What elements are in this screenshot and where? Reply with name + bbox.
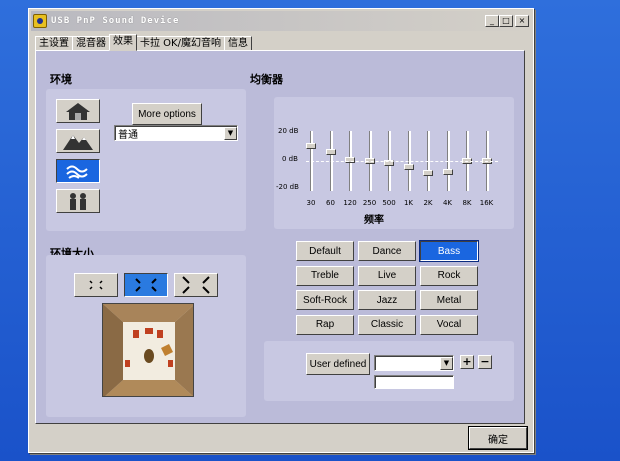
chevron-down-icon: ▼: [224, 126, 237, 140]
medium-room-icon: [135, 278, 157, 292]
frequency-axis-label: 频率: [364, 215, 384, 226]
eq-frequency-label: 8K: [462, 199, 472, 207]
db-label-top: 20 dB: [278, 127, 299, 135]
preset-vocal-button[interactable]: Vocal: [420, 314, 478, 335]
chevron-down-icon: ▼: [440, 356, 453, 370]
close-button[interactable]: ×: [515, 15, 529, 27]
eq-frequency-label: 1K: [403, 199, 414, 207]
eq-frequency-label: 60: [326, 199, 335, 207]
room-illustration: [103, 304, 193, 396]
app-icon: [33, 14, 47, 28]
remove-preset-button[interactable]: −: [478, 355, 492, 369]
size-small-button[interactable]: [74, 273, 118, 297]
preset-soft-rock-button[interactable]: Soft-Rock: [296, 290, 354, 310]
dialog-window: USB PnP Sound Device _ □ × 主设置 混音器 效果 卡拉…: [28, 8, 534, 453]
eq-slider-thumb[interactable]: [325, 149, 336, 155]
eq-slider-thumb[interactable]: [403, 164, 414, 170]
small-room-icon: [89, 280, 103, 290]
eq-frequency-label: 120: [343, 199, 357, 207]
eq-frequency-label: 16K: [479, 199, 494, 207]
user-defined-select[interactable]: ▼: [374, 355, 454, 371]
env-house-button[interactable]: [56, 99, 100, 123]
user-defined-button[interactable]: User defined: [306, 353, 370, 375]
equalizer-heading: 均衡器: [250, 73, 283, 86]
preset-classic-button[interactable]: Classic: [358, 314, 416, 335]
environment-heading: 环境: [50, 73, 72, 86]
minimize-button[interactable]: _: [485, 15, 499, 27]
environment-preset-value: 普通: [118, 129, 138, 141]
preset-bass-button[interactable]: Bass: [419, 240, 479, 262]
eq-slider-thumb[interactable]: [423, 170, 433, 176]
eq-frequency-label: 250: [362, 199, 377, 207]
tab-mixer[interactable]: 混音器: [72, 36, 110, 51]
env-mountain-button[interactable]: [56, 129, 100, 153]
tab-karaoke[interactable]: 卡拉 OK/魔幻音响: [136, 36, 225, 51]
large-room-icon: [182, 276, 210, 294]
preset-live-button[interactable]: Live: [358, 265, 416, 286]
eq-slider-thumb[interactable]: [306, 143, 316, 149]
eq-frequency-label: 2K: [423, 199, 433, 207]
eq-frequency-label: 500: [382, 199, 396, 207]
eq-frequency-label: 30: [306, 199, 316, 207]
db-label-bottom: -20 dB: [276, 183, 299, 191]
preset-treble-button[interactable]: Treble: [296, 265, 354, 286]
maximize-button[interactable]: □: [499, 15, 513, 27]
house-icon: [66, 103, 90, 120]
tab-main-settings[interactable]: 主设置: [35, 36, 73, 51]
equalizer-group: 20 dB 0 dB -20 dB 30 60 120 250 500 1K 2K 4K 8K 1…: [274, 97, 514, 229]
title-bar[interactable]: USB PnP Sound Device _ □ ×: [31, 11, 531, 31]
room-preview: [102, 303, 194, 397]
mountain-icon: [63, 135, 93, 150]
eq-frequency-label: 4K: [442, 199, 453, 207]
db-label-mid: 0 dB: [282, 155, 298, 163]
preset-jazz-button[interactable]: Jazz: [358, 290, 416, 310]
eq-slider-thumb[interactable]: [442, 168, 453, 175]
tab-effects[interactable]: 效果: [109, 34, 137, 51]
preset-rap-button[interactable]: Rap: [296, 314, 354, 335]
size-medium-button[interactable]: [124, 273, 168, 297]
water-icon: [66, 165, 88, 179]
people-icon: [70, 193, 86, 210]
env-people-button[interactable]: [56, 189, 100, 213]
add-preset-button[interactable]: +: [460, 355, 474, 369]
ok-button[interactable]: 确定: [468, 426, 528, 450]
effects-panel: 环境 More options 普通 ▼ 环境大小 均衡器 20 dB 0 dB…: [35, 50, 525, 424]
tab-info[interactable]: 信息: [223, 36, 252, 51]
tab-strip: 主设置 混音器 效果 卡拉 OK/魔幻音响 信息: [35, 34, 252, 51]
preset-metal-button[interactable]: Metal: [420, 290, 478, 310]
user-defined-group: [264, 341, 514, 401]
size-large-button[interactable]: [174, 273, 218, 297]
env-water-button[interactable]: [56, 159, 100, 183]
preset-name-input[interactable]: [374, 375, 454, 389]
preset-rock-button[interactable]: Rock: [420, 265, 478, 286]
more-options-button[interactable]: More options: [132, 103, 202, 125]
window-title: USB PnP Sound Device: [51, 16, 180, 26]
environment-preset-select[interactable]: 普通 ▼: [114, 125, 238, 141]
environment-group: More options 普通 ▼: [46, 89, 246, 231]
preset-dance-button[interactable]: Dance: [358, 241, 416, 261]
zero-db-line: [306, 161, 498, 162]
preset-default-button[interactable]: Default: [296, 241, 354, 261]
